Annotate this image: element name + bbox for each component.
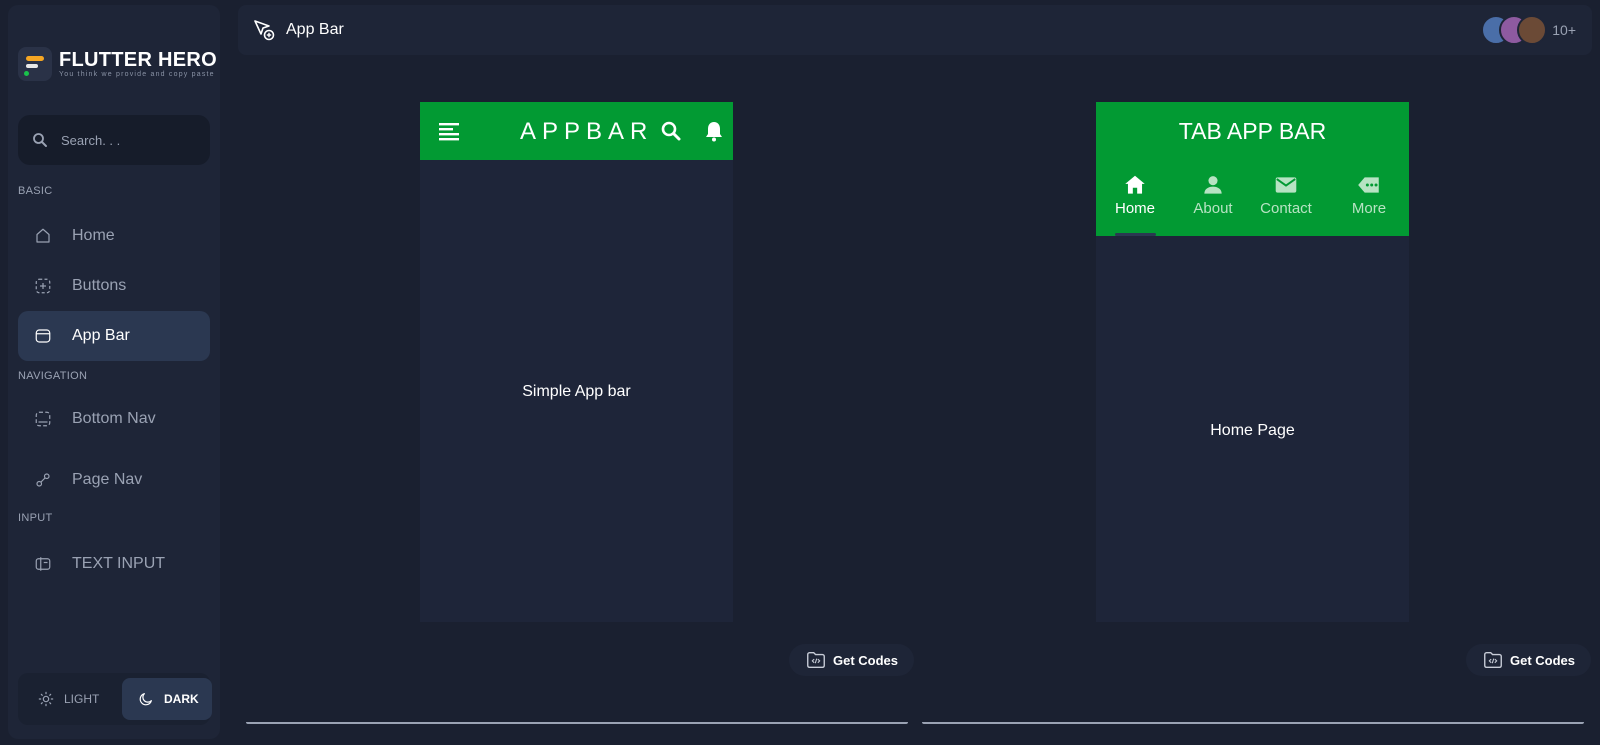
home-icon: [1125, 175, 1145, 194]
search-icon[interactable]: [659, 119, 683, 143]
sidebar-item-app-bar[interactable]: App Bar: [18, 311, 210, 361]
tab-label: About: [1193, 200, 1233, 217]
text-input-icon: [33, 554, 53, 574]
menu-icon[interactable]: [438, 121, 460, 143]
light-theme-button[interactable]: LIGHT: [22, 678, 112, 720]
divider: [246, 720, 908, 724]
logo: [18, 47, 52, 81]
section-input: INPUT: [18, 512, 53, 524]
sidebar-item-label: Home: [72, 227, 115, 244]
dark-theme-label: DARK: [164, 692, 199, 706]
more-icon: [1358, 177, 1379, 193]
search-input[interactable]: [61, 132, 201, 148]
body-text: Simple App bar: [522, 383, 631, 400]
tab-appbar: TAB APP BAR Home About Contact More: [1096, 102, 1409, 236]
code-folder-icon: [807, 651, 825, 669]
home-icon: [33, 226, 53, 246]
brand-subtitle: You think we provide and copy paste: [59, 70, 215, 78]
sidebar-item-buttons[interactable]: Buttons: [18, 261, 210, 311]
appbar-icon: [33, 326, 53, 346]
tab-home[interactable]: Home: [1096, 172, 1174, 217]
search-icon: [33, 133, 47, 147]
tab-about[interactable]: About: [1174, 172, 1252, 217]
appbar-title: TAB APP BAR: [1178, 118, 1327, 144]
tab-label: Home: [1114, 200, 1155, 217]
mail-icon: [1275, 177, 1297, 193]
page-title: App Bar: [286, 21, 344, 38]
brand-title: FLUTTER HERO: [59, 48, 218, 71]
page-nav-icon: [33, 470, 53, 490]
tab-label: Contact: [1260, 200, 1312, 217]
divider: [922, 720, 1584, 724]
appbar: APPBAR: [420, 102, 733, 160]
bell-icon[interactable]: [702, 119, 726, 143]
get-codes-label: Get Codes: [833, 652, 899, 668]
tab-more[interactable]: More: [1330, 172, 1408, 217]
avatar-count: 10+: [1552, 22, 1576, 38]
sidebar: FLUTTER HERO You think we provide and co…: [8, 5, 220, 739]
active-tab-indicator: [1115, 233, 1156, 236]
light-theme-label: LIGHT: [64, 692, 100, 706]
tab-label: More: [1351, 200, 1387, 217]
sidebar-item-label: Page Nav: [72, 471, 143, 488]
tab-contact[interactable]: Contact: [1252, 172, 1320, 217]
sidebar-item-label: Bottom Nav: [72, 410, 156, 427]
sidebar-item-label: App Bar: [72, 327, 130, 344]
dark-theme-button[interactable]: DARK: [122, 678, 212, 720]
sidebar-item-label: TEXT INPUT: [72, 555, 166, 572]
sidebar-item-text-input[interactable]: TEXT INPUT: [18, 539, 210, 589]
sidebar-item-home[interactable]: Home: [18, 211, 210, 261]
sidebar-item-bottom-nav[interactable]: Bottom Nav: [18, 394, 210, 444]
avatar[interactable]: [1517, 15, 1548, 45]
section-navigation: NAVIGATION: [18, 370, 88, 382]
get-codes-label: Get Codes: [1510, 652, 1576, 668]
body-text: Home Page: [1210, 422, 1295, 439]
cursor-plus-icon: [254, 20, 275, 41]
topbar: App Bar 10+: [238, 5, 1592, 55]
bottom-nav-icon: [33, 409, 53, 429]
sun-icon: [38, 691, 54, 707]
get-codes-button[interactable]: Get Codes: [1466, 644, 1592, 676]
code-folder-icon: [1484, 651, 1502, 669]
tab-appbar-preview: TAB APP BAR Home About Contact More Home…: [1096, 102, 1409, 622]
person-icon: [1204, 176, 1222, 194]
brand[interactable]: FLUTTER HERO You think we provide and co…: [18, 47, 217, 81]
theme-switcher: LIGHT DARK: [18, 673, 212, 725]
search-box[interactable]: [18, 115, 210, 165]
section-basic: BASIC: [18, 185, 53, 197]
avatar-group[interactable]: 10+: [1481, 15, 1576, 45]
sidebar-item-label: Buttons: [72, 277, 127, 294]
appbar-title: APPBAR: [520, 118, 654, 145]
simple-appbar-preview: APPBAR Simple App bar: [420, 102, 733, 622]
button-icon: [33, 276, 53, 296]
get-codes-button[interactable]: Get Codes: [789, 644, 915, 676]
sidebar-item-page-nav[interactable]: Page Nav: [18, 455, 210, 505]
moon-icon: [139, 693, 152, 706]
